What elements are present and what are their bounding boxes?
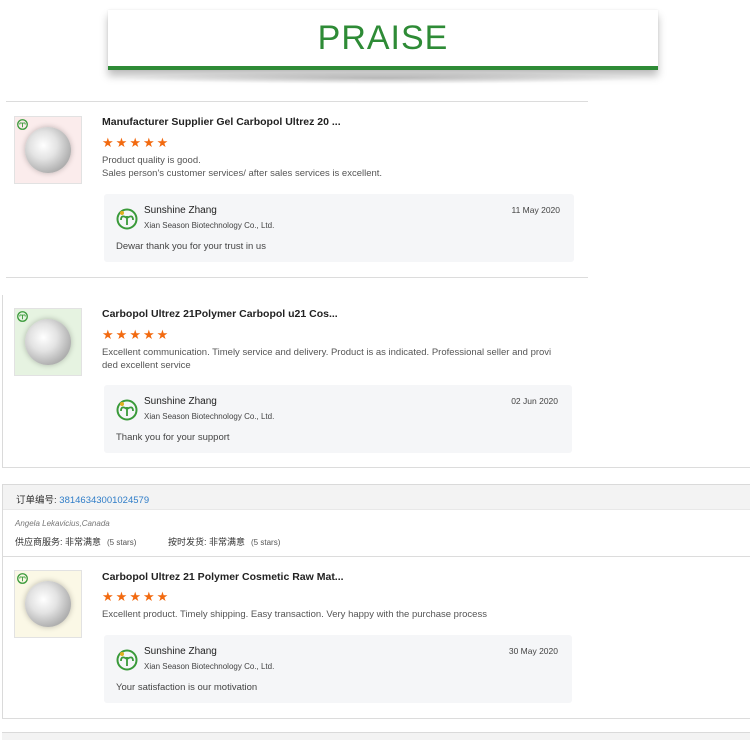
star-icon: ★ [156,589,169,604]
review-line: Excellent product. Timely shipping. Easy… [102,609,487,620]
divider [2,556,750,557]
reply-author: Sunshine Zhang [144,646,217,657]
leaf-logo-icon [17,311,28,322]
reply-text: Dewar thank you for your trust in us [116,241,266,252]
order-number-link[interactable]: 38146343001024579 [59,495,149,506]
review-line: Product quality is good. [102,155,201,166]
product-thumbnail[interactable] [14,308,82,376]
reply-author: Sunshine Zhang [144,396,217,407]
review-line: ded excellent service [102,359,191,371]
star-rating: ★ ★ ★ ★ ★ [102,136,168,149]
star-icon: ★ [129,589,141,604]
frame-border [2,484,3,718]
product-image [25,127,71,173]
company-logo-icon [116,649,138,671]
star-icon: ★ [102,327,114,342]
product-title[interactable]: Carbopol Ultrez 21Polymer Carbopol u21 C… [102,308,338,320]
product-title[interactable]: Carbopol Ultrez 21 Polymer Cosmetic Raw … [102,571,344,583]
divider [6,101,588,102]
reply-date: 11 May 2020 [511,205,560,215]
leaf-logo-icon [17,573,28,584]
buyer-name: Angela Lekavicius,Canada [15,519,110,528]
shipping-label: 按时发货: 非常满意 [168,537,246,547]
review-line: Sales person's customer services/ after … [102,167,383,179]
star-icon: ★ [102,589,114,604]
review-text: Excellent communication. Timely service … [102,347,562,372]
seller-reply: Sunshine Zhang Xian Season Biotechnology… [104,635,572,703]
reply-text: Your satisfaction is our motivation [116,682,258,693]
product-thumbnail[interactable] [14,116,82,184]
star-icon: ★ [142,135,155,150]
star-rating: ★ ★ ★ ★ ★ [102,328,168,341]
star-rating: ★ ★ ★ ★ ★ [102,590,168,603]
star-icon: ★ [129,135,141,150]
divider [6,277,588,278]
order-header: 订单编号: 38146343001024579 [2,484,750,510]
leaf-logo-icon [17,119,28,130]
service-label: 供应商服务: 非常满意 [15,537,102,547]
banner-shadow [118,72,648,84]
praise-banner: PRAISE [108,10,658,70]
star-icon: ★ [129,327,141,342]
review-text: Excellent product. Timely shipping. Easy… [102,609,562,622]
product-image [25,319,71,365]
shipping-rating: 按时发货: 非常满意 (5 stars) [168,535,280,548]
product-image [25,581,71,627]
reply-company: Xian Season Biotechnology Co., Ltd. [144,412,275,421]
star-icon: ★ [156,327,169,342]
star-icon: ★ [115,589,128,604]
star-icon: ★ [156,135,169,150]
star-icon: ★ [115,327,128,342]
product-title[interactable]: Manufacturer Supplier Gel Carbopol Ultre… [102,116,341,128]
banner-title: PRAISE [317,18,449,57]
divider [2,718,750,719]
seller-reply: Sunshine Zhang Xian Season Biotechnology… [104,385,572,453]
review-text: Product quality is good. Sales person's … [102,155,572,180]
star-icon: ★ [102,135,114,150]
star-icon: ★ [142,327,155,342]
supplier-service-rating: 供应商服务: 非常满意 (5 stars) [15,535,136,548]
shipping-stars: (5 stars) [251,538,281,547]
review-line: Excellent communication. Timely service … [102,347,552,358]
star-icon: ★ [115,135,128,150]
product-thumbnail[interactable] [14,570,82,638]
star-icon: ★ [142,589,155,604]
reply-date: 30 May 2020 [508,646,558,656]
reply-company: Xian Season Biotechnology Co., Ltd. [144,221,275,230]
order-label: 订单编号: [16,495,60,506]
service-stars: (5 stars) [107,538,137,547]
reply-author: Sunshine Zhang [144,205,217,216]
reply-text: Thank you for your support [116,432,230,443]
frame-border [2,295,3,467]
company-logo-icon [116,208,138,230]
reply-company: Xian Season Biotechnology Co., Ltd. [144,662,275,671]
company-logo-icon [116,399,138,421]
seller-reply: Sunshine Zhang Xian Season Biotechnology… [104,194,574,262]
order-number-label: 订单编号: 38146343001024579 [16,492,149,506]
reply-date: 02 Jun 2020 [511,396,558,406]
next-order-bar [2,732,750,740]
divider [2,467,750,468]
